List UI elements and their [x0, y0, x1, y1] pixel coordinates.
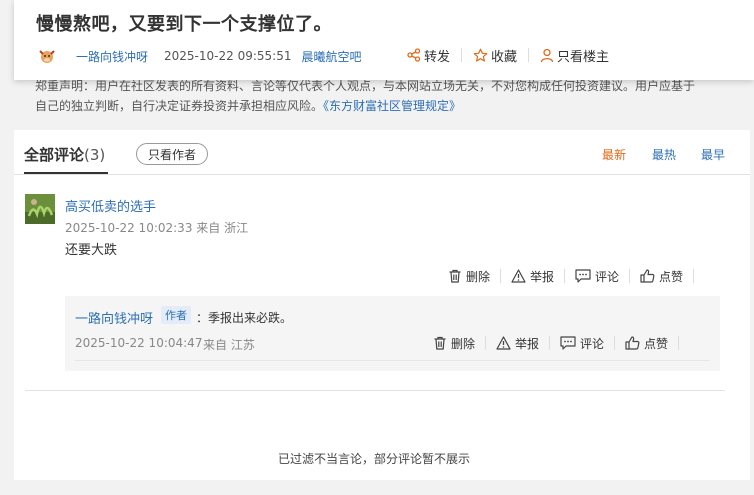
- comment-reply-button[interactable]: 评论: [565, 268, 629, 285]
- sort-hottest[interactable]: 最热: [652, 146, 676, 163]
- star-icon: [473, 48, 488, 62]
- reply-report-button[interactable]: 举报: [486, 335, 549, 352]
- comment-like-button[interactable]: 点赞: [630, 268, 693, 285]
- reply-text: ：季报出来必跌。: [196, 311, 293, 325]
- reply-location: 来自 江苏: [203, 338, 255, 352]
- favorite-label: 收藏: [491, 49, 518, 65]
- only-op-label: 只看楼主: [557, 49, 610, 65]
- divider: [678, 336, 680, 350]
- disclaimer-line-2: 自己的独立判断，自行决定证券投资并承担相应风险。《东方财富社区管理规定》: [35, 96, 715, 116]
- active-tab-indicator: [24, 172, 108, 174]
- delete-label: 删除: [451, 336, 476, 351]
- reply-actions: 删除 举报 评论 点赞: [423, 332, 680, 354]
- warning-icon: [496, 336, 511, 350]
- community-rules-link[interactable]: 《东方财富社区管理规定》: [323, 99, 461, 113]
- comment-count: (3): [84, 146, 106, 164]
- comments-tabs: 全部评论(3) 只看作者 最新 最热 最早: [14, 130, 750, 175]
- reply-comment-button[interactable]: 评论: [550, 335, 614, 352]
- disclaimer: 郑重声明：用户在社区发表的所有资料、言论等仅代表个人观点，与本网站立场无关，不对…: [35, 76, 715, 116]
- report-label: 举报: [530, 269, 555, 284]
- comment-delete-button[interactable]: 删除: [438, 268, 500, 285]
- user-icon: [540, 48, 554, 62]
- post-header: 慢慢熬吧，又要到下一个支撑位了。 一路向钱冲呀 2025-10-22 09:55…: [14, 0, 754, 80]
- reply-label: 评论: [595, 269, 620, 284]
- trash-icon: [434, 336, 446, 350]
- plant-avatar-icon: [25, 194, 55, 224]
- filtered-notice: 已过滤不当言论，部分评论暂不展示: [277, 452, 470, 466]
- comments-panel: 全部评论(3) 只看作者 最新 最热 最早 高买低卖的选手 2025-10-22…: [14, 130, 750, 480]
- thumbs-up-icon: [640, 269, 655, 283]
- post-time: 2025-10-22 09:55:51: [164, 49, 292, 63]
- tab-all-label: 全部评论: [24, 146, 85, 164]
- reply-delete-button[interactable]: 删除: [423, 335, 485, 352]
- sort-newest[interactable]: 最新: [602, 146, 626, 163]
- speech-bubble-icon: [575, 269, 591, 283]
- share-label: 转发: [424, 49, 451, 65]
- comment-text: 还要大跌: [65, 243, 118, 258]
- post-title: 慢慢熬吧，又要到下一个支撑位了。: [36, 14, 332, 35]
- commenter-name-link[interactable]: 高买低卖的选手: [65, 196, 156, 215]
- ox-avatar-icon: [39, 50, 55, 63]
- only-op-button[interactable]: 只看楼主: [529, 46, 620, 65]
- like-label: 点赞: [659, 269, 684, 284]
- favorite-button[interactable]: 收藏: [462, 46, 528, 65]
- reply-time: 2025-10-22 10:04:47: [75, 336, 203, 350]
- comment-actions: 删除 举报 评论 点赞: [438, 266, 695, 286]
- trash-icon: [449, 269, 461, 283]
- report-label: 举报: [515, 336, 540, 351]
- reply-author-link[interactable]: 一路向钱冲呀: [75, 308, 153, 327]
- only-author-button[interactable]: 只看作者: [136, 143, 208, 165]
- thumbs-up-icon: [625, 336, 640, 350]
- share-button[interactable]: 转发: [396, 46, 461, 65]
- post-author-link[interactable]: 一路向钱冲呀: [76, 48, 148, 65]
- forum-link[interactable]: 晨曦航空吧: [301, 48, 361, 65]
- tab-all-comments[interactable]: 全部评论(3): [24, 144, 105, 165]
- author-avatar[interactable]: [36, 45, 58, 67]
- speech-bubble-icon: [560, 336, 576, 350]
- commenter-avatar[interactable]: [25, 194, 55, 224]
- divider: [693, 269, 695, 283]
- delete-label: 删除: [466, 269, 491, 284]
- comment-report-button[interactable]: 举报: [501, 268, 564, 285]
- reply-divider: [75, 360, 710, 361]
- comment-time: 2025-10-22 10:02:33 来自 浙江: [65, 221, 249, 235]
- sort-earliest[interactable]: 最早: [701, 146, 725, 163]
- share-icon: [407, 48, 421, 62]
- warning-icon: [511, 269, 526, 283]
- post-actions: 转发 收藏 只看楼主: [396, 44, 620, 66]
- reply-like-button[interactable]: 点赞: [615, 335, 678, 352]
- like-label: 点赞: [644, 336, 669, 351]
- author-badge: 作者: [161, 306, 191, 324]
- reply-label: 评论: [580, 336, 605, 351]
- disclaimer-text: 自己的独立判断，自行决定证券投资并承担相应风险。: [35, 99, 324, 113]
- post-meta: 一路向钱冲呀 2025-10-22 09:55:51 晨曦航空吧: [36, 44, 361, 68]
- reply-box: 一路向钱冲呀 作者 ：季报出来必跌。 2025-10-22 10:04:47 来…: [65, 296, 720, 371]
- comments-divider: [25, 390, 725, 391]
